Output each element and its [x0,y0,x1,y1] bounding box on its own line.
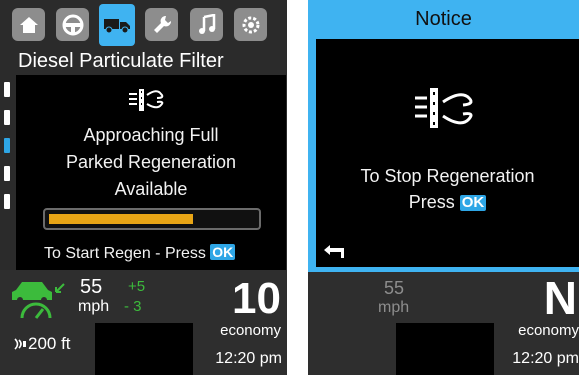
speed-offset-plus: +5 [128,278,146,295]
dpf-message-line: Approaching Full [83,125,219,145]
tab-home[interactable] [12,8,45,41]
speed-offset-minus: - 3 [124,298,142,315]
notice-press-line: Press OK [316,191,579,213]
gear-indicator: 10 [232,274,281,323]
page-indicator-tick [4,110,10,125]
tab-music[interactable] [190,8,223,41]
page-indicator-tick [4,82,10,97]
tab-vehicle[interactable] [99,4,135,46]
dpf-filter-icon [415,88,473,128]
page-indicator-tick [4,194,10,209]
start-regen-text: To Start Regen - Press [44,245,206,262]
page-indicator-active-tick [4,138,10,153]
wrench-icon [153,15,171,33]
page-indicator-tick [4,166,10,181]
drive-mode: economy [518,322,579,339]
tab-bar [12,2,279,47]
following-distance: 200 ft [28,334,71,353]
dpf-filter-icon [129,89,164,111]
speed-unit: mph [78,298,110,315]
back-arrow-icon[interactable] [322,242,350,260]
ok-button[interactable]: OK [210,244,236,260]
clock: 12:20 pm [215,350,282,367]
speed-unit: mph [378,299,410,316]
notice-title: Notice [415,8,472,30]
music-note-icon [198,13,215,34]
notice-press-text: Press [408,192,455,212]
gear-indicator: N [543,272,577,324]
following-distance-icon [14,338,26,350]
regen-progress-bar [43,208,261,230]
regen-progress-fill [49,214,193,224]
screen-title: Diesel Particulate Filter [18,50,224,72]
notice-message-line: To Stop Regeneration [360,166,535,186]
center-display-area [396,323,494,375]
speed-value: 55 [384,278,405,298]
tab-settings[interactable] [234,8,267,41]
tab-maintenance[interactable] [145,8,178,41]
settings-gear-icon [242,16,259,33]
drive-mode: economy [220,322,281,339]
center-display-area [95,323,193,375]
dpf-message-line: Parked Regeneration [65,152,237,172]
speed-value: 55 [80,276,103,298]
dpf-message-line: Available [114,179,188,199]
steering-wheel-icon [62,14,83,35]
adaptive-cruise-icon [12,282,65,319]
home-icon [19,16,38,33]
ok-button[interactable]: OK [459,195,487,211]
start-regen-instruction: To Start Regen - Press OK [44,243,236,265]
tab-driving[interactable] [56,8,89,41]
clock: 12:20 pm [512,350,579,367]
truck-icon [104,19,130,34]
notice-panel [316,39,579,267]
